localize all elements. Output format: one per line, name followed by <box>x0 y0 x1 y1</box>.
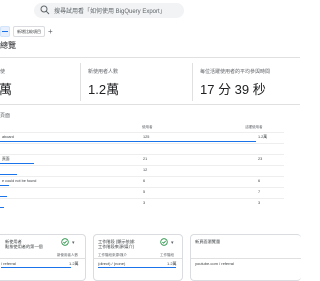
row-active-users: 1.2萬 <box>258 135 268 139</box>
table-row[interactable]: aboard 125 1.2萬 <box>0 132 284 142</box>
column-header-active-users[interactable]: 活躍使用者 <box>245 125 263 130</box>
table-row[interactable] <box>0 143 284 153</box>
row-bar <box>0 207 4 208</box>
row-label: 頁面 <box>2 157 10 161</box>
new-users-card: 新使用者 點按使用者的第一個 ▾ 新使用者人數 / referral 1.2萬 <box>0 234 86 281</box>
row-active-users: 3 <box>258 201 261 205</box>
card-row-label: / referral <box>1 261 16 266</box>
row-bar <box>0 163 34 164</box>
add-comparison-label: 新增比較項目 <box>17 28 41 34</box>
comparison-chip-row: 新增比較項目 + <box>0 26 53 37</box>
search-icon <box>40 5 50 15</box>
card-row-label: (direct) / (none) <box>98 261 126 266</box>
card-divider <box>94 258 182 259</box>
kpi-new-users-label: 新使用者人數 <box>88 69 119 75</box>
row-active-users: 6 <box>258 179 261 183</box>
search-input[interactable]: 搜尋試用看「如何使用 BigQuery Export」 <box>54 6 166 15</box>
row-label: aboard <box>2 135 14 139</box>
card-title: 工作階段 (顯示依據: 工作階段來源/媒介) <box>98 239 136 249</box>
kpi-divider <box>80 63 81 101</box>
add-comparison-chip[interactable]: 新增比較項目 <box>13 26 45 37</box>
kpi-divider <box>192 63 193 101</box>
row-label: e could not be found <box>2 179 37 183</box>
row-bar <box>0 185 9 186</box>
card-row-bar <box>98 267 176 268</box>
row-users: 125 <box>143 135 150 139</box>
row-users: 12 <box>143 168 148 172</box>
header-divider <box>0 57 300 58</box>
table-row[interactable]: e could not be found 6 6 <box>0 176 284 186</box>
page-title: 總覽 <box>0 41 16 50</box>
row-users: 6 <box>143 179 146 183</box>
card-divider <box>191 258 301 259</box>
row-bar <box>0 141 256 142</box>
section-divider <box>0 104 300 105</box>
table-row[interactable]: 12 <box>0 165 284 175</box>
row-active-users: 7 <box>258 190 261 194</box>
check-circle-icon <box>160 238 168 246</box>
sessions-card: 工作階段 (顯示依據: 工作階段來源/媒介) ▾ 工作階段來源/媒介 工作階段 … <box>93 234 183 281</box>
table-title: 頁面 <box>0 113 11 119</box>
row-users: 3 <box>143 201 146 205</box>
chevron-down-icon[interactable]: ▾ <box>171 240 174 246</box>
row-bar <box>0 174 17 175</box>
column-header-users[interactable]: 使用者 <box>142 125 153 130</box>
chevron-down-icon[interactable]: ▾ <box>72 240 75 246</box>
table-row[interactable]: 3 3 <box>0 198 284 208</box>
card-title: 新使用者 點按使用者的第一個 <box>5 239 43 249</box>
table-row[interactable]: 5 7 <box>0 187 284 197</box>
card-row-bar <box>1 267 71 268</box>
search-bar[interactable]: 搜尋試用看「如何使用 BigQuery Export」 <box>34 3 184 18</box>
row-active-users: 23 <box>258 157 263 161</box>
card-title: 新頁面瀏覽量 <box>195 239 221 244</box>
page-views-card: 新頁面瀏覽量 youtube.com / referral <box>190 234 301 281</box>
row-users: 5 <box>143 190 146 194</box>
add-icon[interactable]: + <box>48 27 53 36</box>
kpi-active-users-label: 使 <box>0 69 6 75</box>
kpi-new-users-value: 1.2萬 <box>88 82 120 97</box>
kpi-engagement-value: 17 分 39 秒 <box>200 82 266 97</box>
kpi-engagement-label: 每位活躍使用者的平均參與時間 <box>200 69 271 75</box>
check-circle-icon <box>61 238 69 246</box>
card-row-label: youtube.com / referral <box>195 261 234 266</box>
row-bar <box>0 196 7 197</box>
kpi-active-users-value: 萬 <box>0 82 13 97</box>
row-users: 21 <box>143 157 148 161</box>
card-divider <box>0 258 85 259</box>
all-users-chip[interactable] <box>0 26 10 37</box>
table-row[interactable]: 頁面 21 23 <box>0 154 284 164</box>
